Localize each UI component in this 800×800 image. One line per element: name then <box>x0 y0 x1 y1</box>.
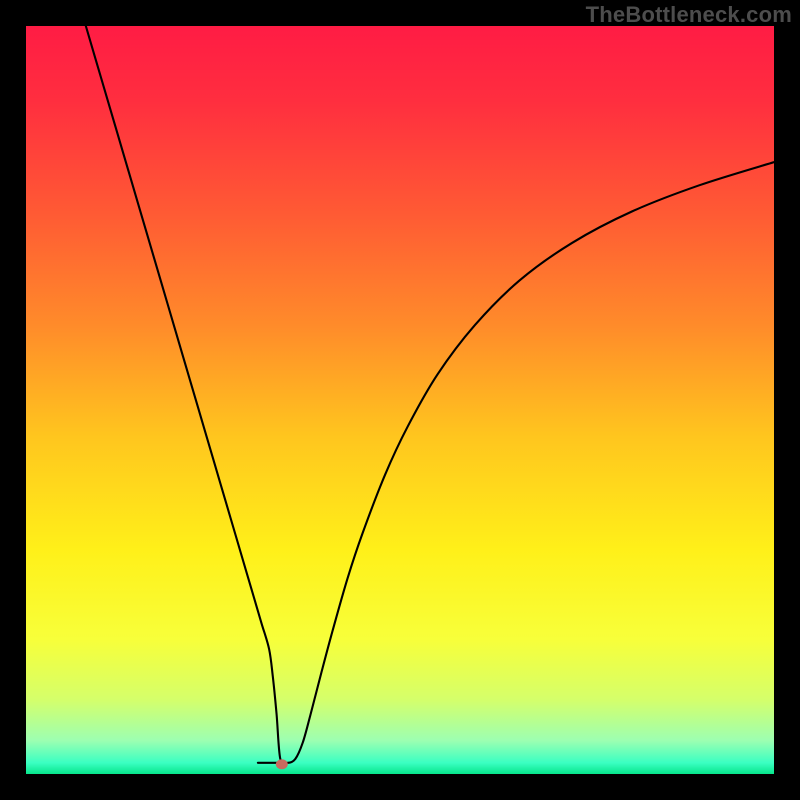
gradient-background <box>26 26 774 774</box>
watermark-text: TheBottleneck.com <box>586 2 792 28</box>
bottleneck-chart <box>26 26 774 774</box>
chart-frame: TheBottleneck.com <box>0 0 800 800</box>
minimum-dot <box>276 759 288 769</box>
